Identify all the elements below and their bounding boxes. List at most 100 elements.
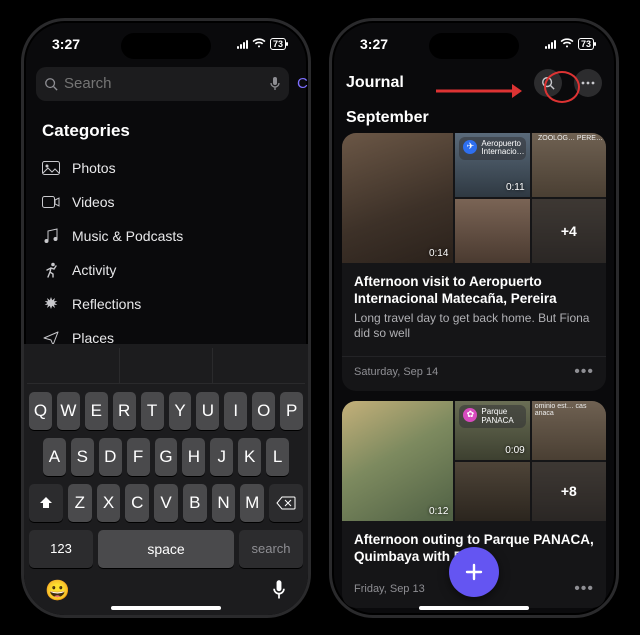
key-h[interactable]: H — [182, 438, 205, 476]
key-search[interactable]: search — [239, 530, 303, 568]
cellular-icon — [545, 39, 556, 49]
battery-icon: 73 — [578, 38, 594, 50]
entry-more-button[interactable]: ••• — [574, 580, 594, 598]
key-shift[interactable] — [29, 484, 63, 522]
clock: 3:27 — [360, 36, 388, 52]
key-x[interactable]: X — [97, 484, 121, 522]
video-duration: 0:14 — [429, 248, 448, 259]
ellipsis-icon — [581, 81, 595, 85]
category-activity[interactable]: Activity — [42, 253, 290, 287]
key-m[interactable]: M — [240, 484, 264, 522]
entry-subtitle: Long travel day to get back home. But Fi… — [354, 311, 594, 342]
location-chip: ✿ Parque PANACA — [459, 405, 525, 429]
park-icon: ✿ — [463, 408, 477, 422]
entry-more-button[interactable]: ••• — [574, 363, 594, 381]
entry-media[interactable]: 0:12 ✿ Parque PANACA 0:09 ominio est… ca… — [342, 401, 606, 521]
keyboard-row-2: A S D F G H J K L — [27, 438, 305, 476]
category-music[interactable]: Music & Podcasts — [42, 219, 290, 253]
mic-icon[interactable] — [269, 76, 281, 92]
key-r[interactable]: R — [113, 392, 136, 430]
app-title: Journal — [346, 74, 404, 92]
annotation-circle — [544, 71, 580, 103]
key-v[interactable]: V — [154, 484, 178, 522]
thumb[interactable] — [455, 462, 529, 521]
category-label: Photos — [72, 160, 116, 176]
thumb-more[interactable]: +4 — [532, 199, 606, 263]
search-field[interactable] — [36, 67, 289, 101]
thumb[interactable]: ✈ Aeropuerto Internacio… 0:11 — [455, 133, 529, 197]
music-icon — [42, 228, 60, 244]
key-c[interactable]: C — [125, 484, 149, 522]
main-video-thumb[interactable]: 0:14 — [342, 133, 453, 263]
entry-title: Afternoon visit to Aeropuerto Internacio… — [354, 273, 594, 308]
banner-text: ZOOLÓG… PERE… — [538, 135, 603, 142]
entry-date: Friday, Sep 13 — [354, 583, 425, 595]
key-backspace[interactable] — [269, 484, 303, 522]
more-count: +4 — [532, 199, 606, 263]
cellular-icon — [237, 39, 248, 49]
journal-entry[interactable]: 0:14 ✈ Aeropuerto Internacio… 0:11 ZOOLÓ… — [342, 133, 606, 391]
key-space[interactable]: space — [98, 530, 234, 568]
keyboard-suggestions[interactable] — [27, 348, 305, 384]
entry-media[interactable]: 0:14 ✈ Aeropuerto Internacio… 0:11 ZOOLÓ… — [342, 133, 606, 263]
key-k[interactable]: K — [238, 438, 261, 476]
key-y[interactable]: Y — [169, 392, 192, 430]
cancel-button[interactable]: Cancel — [297, 75, 311, 92]
category-label: Videos — [72, 194, 115, 210]
keyboard[interactable]: Q W E R T Y U I O P A S D F G H J K L Z … — [24, 344, 308, 615]
thumb[interactable]: ✿ Parque PANACA 0:09 — [455, 401, 529, 460]
thumb[interactable] — [455, 199, 529, 263]
entry-date: Saturday, Sep 14 — [354, 366, 438, 378]
video-duration: 0:12 — [429, 506, 448, 517]
key-l[interactable]: L — [266, 438, 289, 476]
key-d[interactable]: D — [99, 438, 122, 476]
airplane-icon: ✈ — [463, 140, 477, 154]
banner-text: ominio est… cas anaca — [535, 403, 606, 417]
category-photos[interactable]: Photos — [42, 151, 290, 185]
reflect-icon — [42, 296, 60, 312]
wifi-icon — [560, 38, 574, 49]
keyboard-row-4: 123 space search — [27, 530, 305, 568]
key-s[interactable]: S — [71, 438, 94, 476]
category-videos[interactable]: Videos — [42, 185, 290, 219]
key-e[interactable]: E — [85, 392, 108, 430]
phone-search-screen: 3:27 73 Cancel Categories Photos Videos … — [21, 18, 311, 618]
main-video-thumb[interactable]: 0:12 — [342, 401, 453, 521]
photo-icon — [42, 160, 60, 176]
thumb[interactable]: ZOOLÓG… PERE… — [532, 133, 606, 197]
home-indicator[interactable] — [419, 606, 529, 610]
key-f[interactable]: F — [127, 438, 150, 476]
key-123[interactable]: 123 — [29, 530, 93, 568]
key-u[interactable]: U — [196, 392, 219, 430]
thumb[interactable]: ominio est… cas anaca — [532, 401, 606, 460]
key-g[interactable]: G — [155, 438, 178, 476]
key-a[interactable]: A — [43, 438, 66, 476]
search-input[interactable] — [64, 75, 263, 92]
dynamic-island — [429, 33, 519, 59]
search-icon — [44, 77, 58, 91]
key-w[interactable]: W — [57, 392, 80, 430]
key-t[interactable]: T — [141, 392, 164, 430]
key-q[interactable]: Q — [29, 392, 52, 430]
more-count: +8 — [532, 462, 606, 521]
key-b[interactable]: B — [183, 484, 207, 522]
category-reflections[interactable]: Reflections — [42, 287, 290, 321]
new-entry-button[interactable] — [449, 547, 499, 597]
emoji-button[interactable]: 😀 — [45, 578, 70, 603]
category-label: Activity — [72, 262, 116, 278]
key-o[interactable]: O — [252, 392, 275, 430]
home-indicator[interactable] — [111, 606, 221, 610]
key-p[interactable]: P — [280, 392, 303, 430]
category-label: Music & Podcasts — [72, 228, 183, 244]
dictate-button[interactable] — [271, 579, 287, 601]
month-header: September — [332, 105, 616, 133]
video-duration: 0:11 — [506, 182, 525, 193]
video-icon — [42, 194, 60, 210]
key-n[interactable]: N — [212, 484, 236, 522]
clock: 3:27 — [52, 36, 80, 52]
keyboard-row-3: Z X C V B N M — [27, 484, 305, 522]
key-i[interactable]: I — [224, 392, 247, 430]
key-z[interactable]: Z — [68, 484, 92, 522]
key-j[interactable]: J — [210, 438, 233, 476]
thumb-more[interactable]: +8 — [532, 462, 606, 521]
